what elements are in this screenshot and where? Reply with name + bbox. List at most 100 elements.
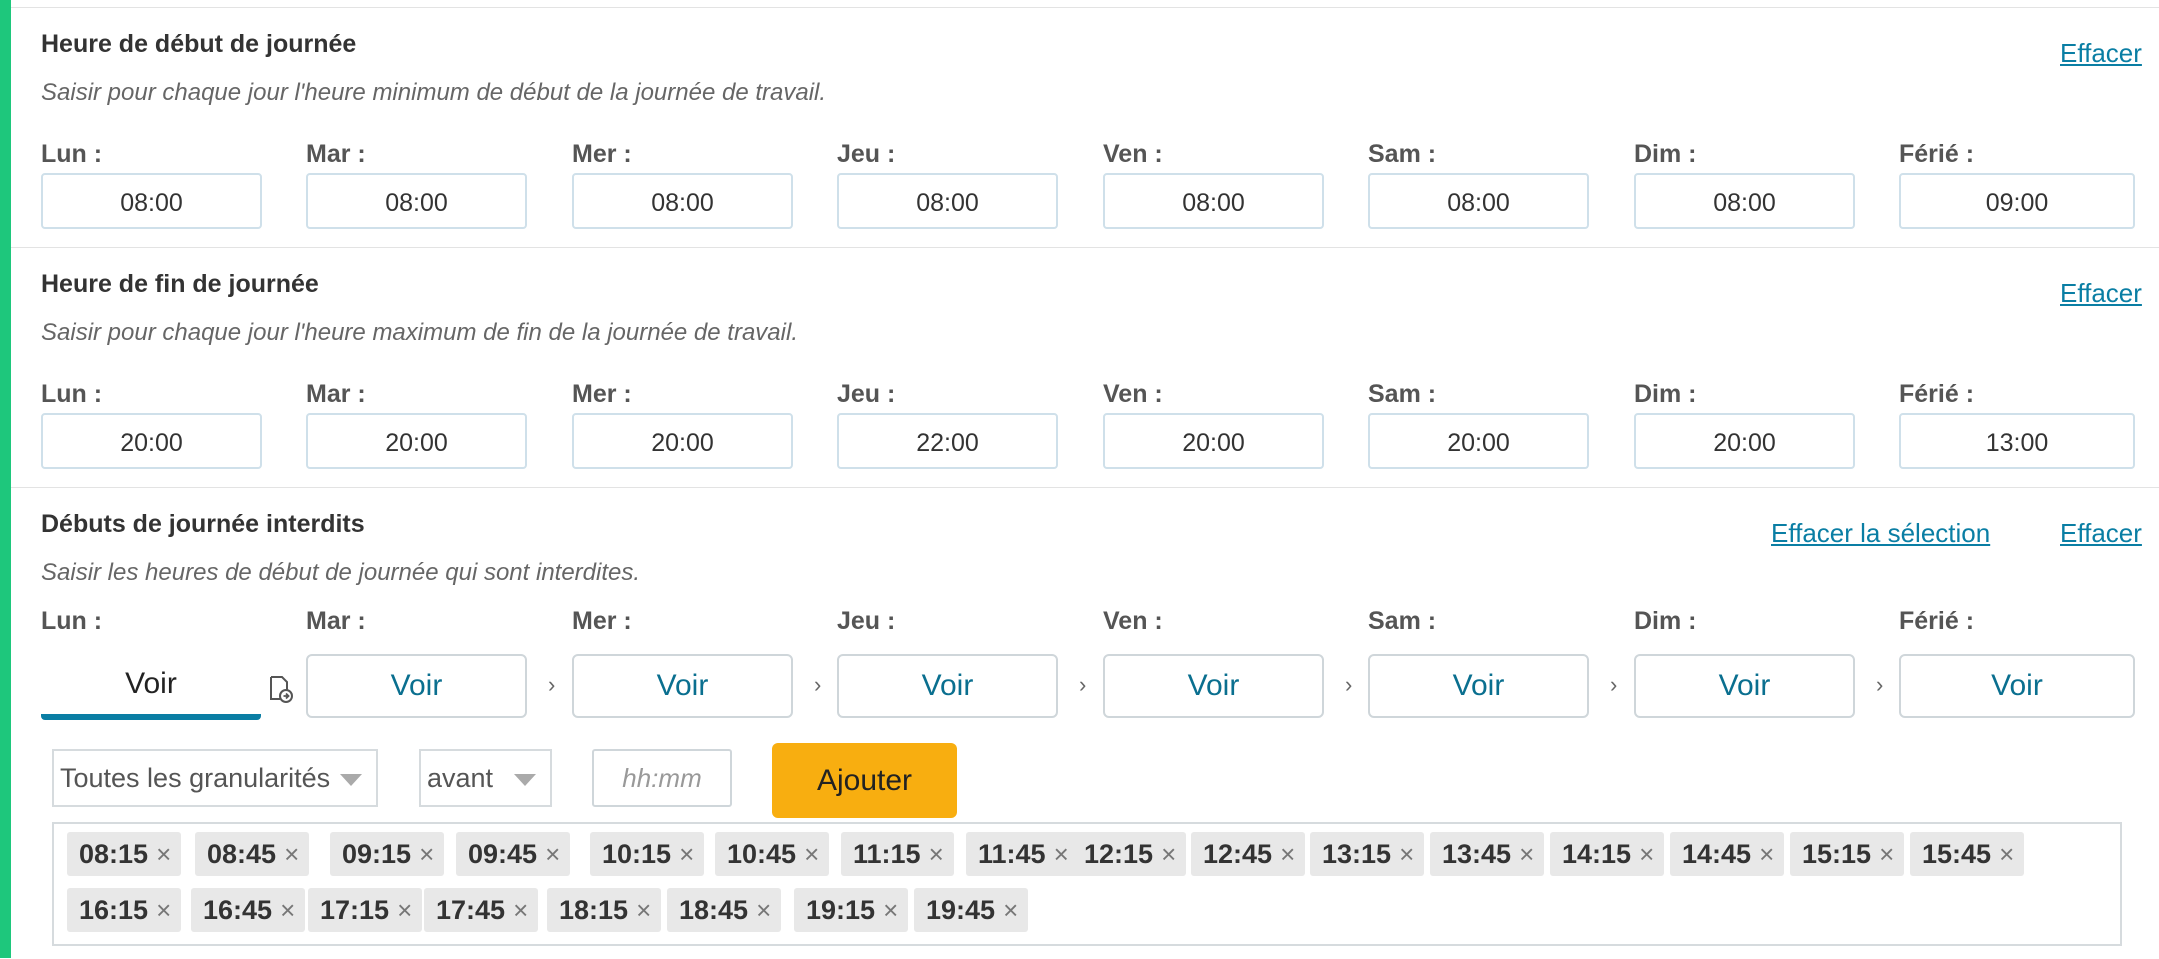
chevron-down-icon: [514, 774, 536, 786]
voir-button[interactable]: Voir: [1103, 654, 1324, 718]
remove-tag-icon[interactable]: ×: [284, 839, 299, 869]
clear-link[interactable]: Effacer: [2060, 278, 2142, 309]
voir-button[interactable]: Voir: [572, 654, 793, 718]
remove-tag-icon[interactable]: ×: [1161, 839, 1176, 869]
tag-label: 10:45: [727, 839, 797, 869]
time-field[interactable]: 08:00: [837, 173, 1058, 229]
section-description: Saisir pour chaque jour l'heure maximum …: [41, 319, 798, 346]
day-label: Jeu :: [837, 607, 896, 635]
clear-link[interactable]: Effacer: [2060, 38, 2142, 69]
remove-tag-icon[interactable]: ×: [804, 839, 819, 869]
remove-tag-icon[interactable]: ×: [1280, 839, 1295, 869]
remove-tag-icon[interactable]: ×: [419, 839, 434, 869]
remove-tag-icon[interactable]: ×: [1999, 839, 2014, 869]
voir-button[interactable]: Voir: [306, 654, 527, 718]
remove-tag-icon[interactable]: ×: [545, 839, 560, 869]
position-select[interactable]: avant: [419, 749, 552, 807]
remove-tag-icon[interactable]: ×: [1399, 839, 1414, 869]
remove-tag-icon[interactable]: ×: [756, 895, 771, 925]
tag-label: 13:15: [1322, 839, 1392, 869]
clear-selection-link[interactable]: Effacer la sélection: [1771, 518, 1990, 549]
day-label: Ven :: [1103, 607, 1163, 635]
day-label: Férié :: [1899, 380, 1975, 408]
chevron-down-icon: [340, 774, 362, 786]
tab-voir-active[interactable]: Voir: [41, 654, 261, 720]
forbidden-time-tag: 09:15 ×: [330, 832, 445, 876]
tag-label: 11:15: [853, 839, 921, 869]
clear-link[interactable]: Effacer: [2060, 518, 2142, 549]
remove-tag-icon[interactable]: ×: [1054, 839, 1069, 869]
time-field[interactable]: 08:00: [572, 173, 793, 229]
day-label: Sam :: [1368, 607, 1437, 635]
voir-button[interactable]: Voir: [1634, 654, 1855, 718]
tag-label: 10:15: [602, 839, 672, 869]
time-field[interactable]: 08:00: [1634, 173, 1855, 229]
remove-tag-icon[interactable]: ×: [1759, 839, 1774, 869]
time-field[interactable]: 20:00: [572, 413, 793, 469]
remove-tag-icon[interactable]: ×: [1879, 839, 1894, 869]
remove-tag-icon[interactable]: ×: [513, 895, 528, 925]
section-title: Heure de fin de journée: [41, 270, 319, 298]
remove-tag-icon[interactable]: ×: [1639, 839, 1654, 869]
day-label: Dim :: [1634, 380, 1697, 408]
remove-tag-icon[interactable]: ×: [280, 895, 295, 925]
time-field[interactable]: 08:00: [1103, 173, 1324, 229]
add-button[interactable]: Ajouter: [772, 743, 957, 818]
copy-to-all-icon[interactable]: [268, 675, 294, 705]
remove-tag-icon[interactable]: ×: [156, 895, 171, 925]
time-field[interactable]: 20:00: [306, 413, 527, 469]
time-field[interactable]: 22:00: [837, 413, 1058, 469]
remove-tag-icon[interactable]: ×: [636, 895, 651, 925]
voir-button[interactable]: Voir: [1899, 654, 2135, 718]
section-title: Heure de début de journée: [41, 30, 357, 58]
tag-label: 16:45: [203, 895, 273, 925]
forbidden-time-tag: 18:45 ×: [667, 888, 782, 932]
day-label: Mer :: [572, 380, 632, 408]
forbidden-time-tag: 14:15 ×: [1550, 832, 1665, 876]
remove-tag-icon[interactable]: ×: [679, 839, 694, 869]
time-input[interactable]: hh:mm: [592, 749, 732, 807]
day-label: Lun :: [41, 140, 103, 168]
section-description: Saisir les heures de début de journée qu…: [41, 559, 641, 586]
time-field[interactable]: 20:00: [1634, 413, 1855, 469]
forbidden-time-tag: 17:45 ×: [424, 888, 539, 932]
tag-label: 14:45: [1682, 839, 1752, 869]
time-field[interactable]: 13:00: [1899, 413, 2135, 469]
tag-label: 09:15: [342, 839, 412, 869]
remove-tag-icon[interactable]: ×: [397, 895, 412, 925]
day-label: Jeu :: [837, 140, 896, 168]
forbidden-time-tag: 16:15 ×: [67, 888, 182, 932]
time-field[interactable]: 08:00: [1368, 173, 1589, 229]
section-title: Débuts de journée interdits: [41, 510, 365, 538]
forbidden-time-tag: 15:15 ×: [1790, 832, 1905, 876]
day-label: Lun :: [41, 607, 103, 635]
day-label: Ven :: [1103, 380, 1163, 408]
remove-tag-icon[interactable]: ×: [883, 895, 898, 925]
chevron-right-icon: ›: [1610, 672, 1618, 697]
remove-tag-icon[interactable]: ×: [156, 839, 171, 869]
day-label: Jeu :: [837, 380, 896, 408]
day-label: Mar :: [306, 380, 366, 408]
day-label: Mer :: [572, 140, 632, 168]
granularity-select[interactable]: Toutes les granularités: [52, 749, 378, 807]
voir-button[interactable]: Voir: [837, 654, 1058, 718]
chevron-right-icon: ›: [1345, 672, 1353, 697]
time-field[interactable]: 20:00: [41, 413, 262, 469]
remove-tag-icon[interactable]: ×: [1519, 839, 1534, 869]
remove-tag-icon[interactable]: ×: [1003, 895, 1018, 925]
time-field[interactable]: 20:00: [1368, 413, 1589, 469]
tag-label: 15:15: [1802, 839, 1872, 869]
forbidden-time-tag: 19:15 ×: [794, 888, 909, 932]
time-field[interactable]: 08:00: [41, 173, 262, 229]
forbidden-time-tag: 14:45 ×: [1670, 832, 1785, 876]
time-field[interactable]: 20:00: [1103, 413, 1324, 469]
remove-tag-icon[interactable]: ×: [929, 839, 944, 869]
forbidden-time-tag: 10:45 ×: [715, 832, 830, 876]
tag-label: 08:15: [79, 839, 149, 869]
time-field[interactable]: 09:00: [1899, 173, 2135, 229]
section-description: Saisir pour chaque jour l'heure minimum …: [41, 79, 827, 106]
time-field[interactable]: 08:00: [306, 173, 527, 229]
voir-button[interactable]: Voir: [1368, 654, 1589, 718]
forbidden-time-tag: 18:15 ×: [547, 888, 662, 932]
tag-label: 17:45: [436, 895, 506, 925]
